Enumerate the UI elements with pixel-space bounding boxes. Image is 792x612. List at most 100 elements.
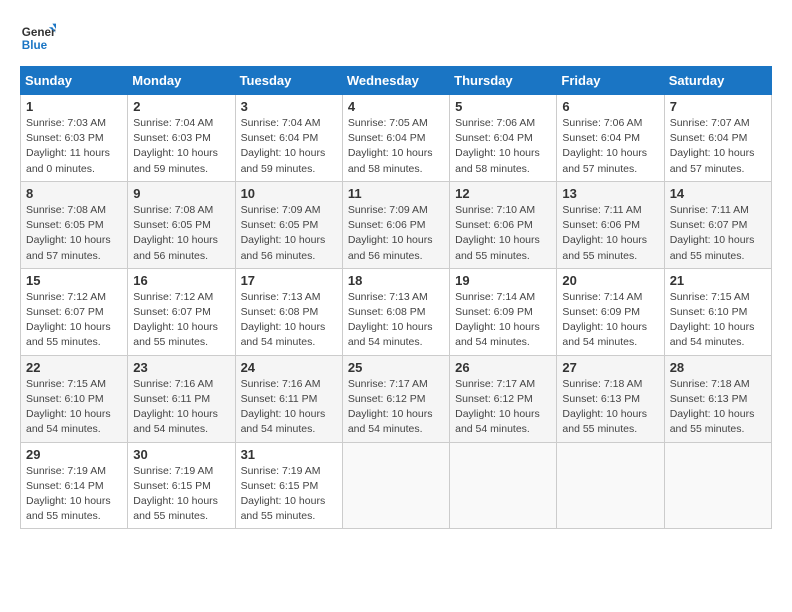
day-number: 29 — [26, 447, 122, 462]
calendar-day-cell: 15 Sunrise: 7:12 AM Sunset: 6:07 PM Dayli… — [21, 268, 128, 355]
day-info: Sunrise: 7:19 AM Sunset: 6:15 PM Dayligh… — [241, 464, 337, 525]
calendar-day-cell: 7Sunrise: 7:07 AM Sunset: 6:04 PM Daylig… — [664, 95, 771, 182]
calendar-day-cell — [450, 442, 557, 529]
calendar-day-cell: 1Sunrise: 7:03 AM Sunset: 6:03 PM Daylig… — [21, 95, 128, 182]
day-info: Sunrise: 7:03 AM Sunset: 6:03 PM Dayligh… — [26, 116, 122, 177]
calendar-table: SundayMondayTuesdayWednesdayThursdayFrid… — [20, 66, 772, 529]
calendar-day-cell — [342, 442, 449, 529]
day-info: Sunrise: 7:08 AM Sunset: 6:05 PM Dayligh… — [26, 203, 122, 264]
day-number: 22 — [26, 360, 122, 375]
day-info: Sunrise: 7:08 AM Sunset: 6:05 PM Dayligh… — [133, 203, 229, 264]
day-number: 16 — [133, 273, 229, 288]
calendar-day-cell: 30 Sunrise: 7:19 AM Sunset: 6:15 PM Dayli… — [128, 442, 235, 529]
day-info: Sunrise: 7:18 AM Sunset: 6:13 PM Dayligh… — [562, 377, 658, 438]
calendar-header: SundayMondayTuesdayWednesdayThursdayFrid… — [21, 67, 772, 95]
calendar-day-cell — [664, 442, 771, 529]
logo-icon: General Blue — [20, 20, 56, 56]
day-info: Sunrise: 7:12 AM Sunset: 6:07 PM Dayligh… — [26, 290, 122, 351]
calendar-day-cell: 2Sunrise: 7:04 AM Sunset: 6:03 PM Daylig… — [128, 95, 235, 182]
calendar-week-row: 22 Sunrise: 7:15 AM Sunset: 6:10 PM Dayli… — [21, 355, 772, 442]
calendar-day-cell: 3 Sunrise: 7:04 AM Sunset: 6:04 PM Daylig… — [235, 95, 342, 182]
day-number: 25 — [348, 360, 444, 375]
day-info: Sunrise: 7:11 AM Sunset: 6:07 PM Dayligh… — [670, 203, 766, 264]
calendar-day-cell — [557, 442, 664, 529]
calendar-day-cell: 27 Sunrise: 7:18 AM Sunset: 6:13 PM Dayli… — [557, 355, 664, 442]
day-number: 5 — [455, 99, 551, 114]
calendar-week-row: 15 Sunrise: 7:12 AM Sunset: 6:07 PM Dayli… — [21, 268, 772, 355]
calendar-week-row: 29Sunrise: 7:19 AM Sunset: 6:14 PM Dayli… — [21, 442, 772, 529]
day-info: Sunrise: 7:10 AM Sunset: 6:06 PM Dayligh… — [455, 203, 551, 264]
day-info: Sunrise: 7:15 AM Sunset: 6:10 PM Dayligh… — [670, 290, 766, 351]
day-info: Sunrise: 7:09 AM Sunset: 6:06 PM Dayligh… — [348, 203, 444, 264]
day-info: Sunrise: 7:17 AM Sunset: 6:12 PM Dayligh… — [455, 377, 551, 438]
day-number: 23 — [133, 360, 229, 375]
weekday-header-row: SundayMondayTuesdayWednesdayThursdayFrid… — [21, 67, 772, 95]
calendar-day-cell: 31 Sunrise: 7:19 AM Sunset: 6:15 PM Dayli… — [235, 442, 342, 529]
calendar-day-cell: 9 Sunrise: 7:08 AM Sunset: 6:05 PM Daylig… — [128, 181, 235, 268]
weekday-header-cell: Tuesday — [235, 67, 342, 95]
weekday-header-cell: Thursday — [450, 67, 557, 95]
day-number: 18 — [348, 273, 444, 288]
day-info: Sunrise: 7:05 AM Sunset: 6:04 PM Dayligh… — [348, 116, 444, 177]
day-number: 15 — [26, 273, 122, 288]
day-number: 20 — [562, 273, 658, 288]
calendar-day-cell: 24Sunrise: 7:16 AM Sunset: 6:11 PM Dayli… — [235, 355, 342, 442]
day-number: 12 — [455, 186, 551, 201]
day-number: 14 — [670, 186, 766, 201]
page-header: General Blue — [20, 20, 772, 56]
calendar-week-row: 1Sunrise: 7:03 AM Sunset: 6:03 PM Daylig… — [21, 95, 772, 182]
calendar-day-cell: 25 Sunrise: 7:17 AM Sunset: 6:12 PM Dayli… — [342, 355, 449, 442]
day-number: 28 — [670, 360, 766, 375]
day-number: 10 — [241, 186, 337, 201]
calendar-day-cell: 20 Sunrise: 7:14 AM Sunset: 6:09 PM Dayli… — [557, 268, 664, 355]
day-number: 17 — [241, 273, 337, 288]
calendar-day-cell: 11Sunrise: 7:09 AM Sunset: 6:06 PM Dayli… — [342, 181, 449, 268]
day-number: 6 — [562, 99, 658, 114]
weekday-header-cell: Wednesday — [342, 67, 449, 95]
day-info: Sunrise: 7:18 AM Sunset: 6:13 PM Dayligh… — [670, 377, 766, 438]
day-number: 8 — [26, 186, 122, 201]
day-number: 3 — [241, 99, 337, 114]
day-info: Sunrise: 7:14 AM Sunset: 6:09 PM Dayligh… — [562, 290, 658, 351]
day-info: Sunrise: 7:11 AM Sunset: 6:06 PM Dayligh… — [562, 203, 658, 264]
calendar-day-cell: 12 Sunrise: 7:10 AM Sunset: 6:06 PM Dayli… — [450, 181, 557, 268]
day-info: Sunrise: 7:09 AM Sunset: 6:05 PM Dayligh… — [241, 203, 337, 264]
day-info: Sunrise: 7:17 AM Sunset: 6:12 PM Dayligh… — [348, 377, 444, 438]
day-info: Sunrise: 7:13 AM Sunset: 6:08 PM Dayligh… — [241, 290, 337, 351]
day-info: Sunrise: 7:06 AM Sunset: 6:04 PM Dayligh… — [455, 116, 551, 177]
calendar-day-cell: 8 Sunrise: 7:08 AM Sunset: 6:05 PM Daylig… — [21, 181, 128, 268]
calendar-day-cell: 17 Sunrise: 7:13 AM Sunset: 6:08 PM Dayli… — [235, 268, 342, 355]
day-number: 4 — [348, 99, 444, 114]
weekday-header-cell: Friday — [557, 67, 664, 95]
day-number: 26 — [455, 360, 551, 375]
day-info: Sunrise: 7:06 AM Sunset: 6:04 PM Dayligh… — [562, 116, 658, 177]
day-number: 9 — [133, 186, 229, 201]
calendar-day-cell: 6 Sunrise: 7:06 AM Sunset: 6:04 PM Daylig… — [557, 95, 664, 182]
day-number: 31 — [241, 447, 337, 462]
calendar-day-cell: 22 Sunrise: 7:15 AM Sunset: 6:10 PM Dayli… — [21, 355, 128, 442]
day-info: Sunrise: 7:04 AM Sunset: 6:04 PM Dayligh… — [241, 116, 337, 177]
calendar-day-cell: 18Sunrise: 7:13 AM Sunset: 6:08 PM Dayli… — [342, 268, 449, 355]
day-info: Sunrise: 7:16 AM Sunset: 6:11 PM Dayligh… — [241, 377, 337, 438]
day-info: Sunrise: 7:14 AM Sunset: 6:09 PM Dayligh… — [455, 290, 551, 351]
day-info: Sunrise: 7:15 AM Sunset: 6:10 PM Dayligh… — [26, 377, 122, 438]
day-number: 21 — [670, 273, 766, 288]
calendar-day-cell: 21 Sunrise: 7:15 AM Sunset: 6:10 PM Dayli… — [664, 268, 771, 355]
day-info: Sunrise: 7:07 AM Sunset: 6:04 PM Dayligh… — [670, 116, 766, 177]
calendar-day-cell: 29Sunrise: 7:19 AM Sunset: 6:14 PM Dayli… — [21, 442, 128, 529]
day-number: 27 — [562, 360, 658, 375]
logo: General Blue — [20, 20, 56, 56]
calendar-week-row: 8 Sunrise: 7:08 AM Sunset: 6:05 PM Daylig… — [21, 181, 772, 268]
calendar-day-cell: 28 Sunrise: 7:18 AM Sunset: 6:13 PM Dayli… — [664, 355, 771, 442]
day-info: Sunrise: 7:19 AM Sunset: 6:15 PM Dayligh… — [133, 464, 229, 525]
calendar-day-cell: 13Sunrise: 7:11 AM Sunset: 6:06 PM Dayli… — [557, 181, 664, 268]
calendar-day-cell: 4 Sunrise: 7:05 AM Sunset: 6:04 PM Daylig… — [342, 95, 449, 182]
calendar-day-cell: 5 Sunrise: 7:06 AM Sunset: 6:04 PM Daylig… — [450, 95, 557, 182]
day-number: 30 — [133, 447, 229, 462]
calendar-day-cell: 14 Sunrise: 7:11 AM Sunset: 6:07 PM Dayli… — [664, 181, 771, 268]
day-number: 2 — [133, 99, 229, 114]
calendar-day-cell: 19 Sunrise: 7:14 AM Sunset: 6:09 PM Dayli… — [450, 268, 557, 355]
day-info: Sunrise: 7:12 AM Sunset: 6:07 PM Dayligh… — [133, 290, 229, 351]
day-number: 19 — [455, 273, 551, 288]
svg-text:Blue: Blue — [22, 39, 48, 52]
